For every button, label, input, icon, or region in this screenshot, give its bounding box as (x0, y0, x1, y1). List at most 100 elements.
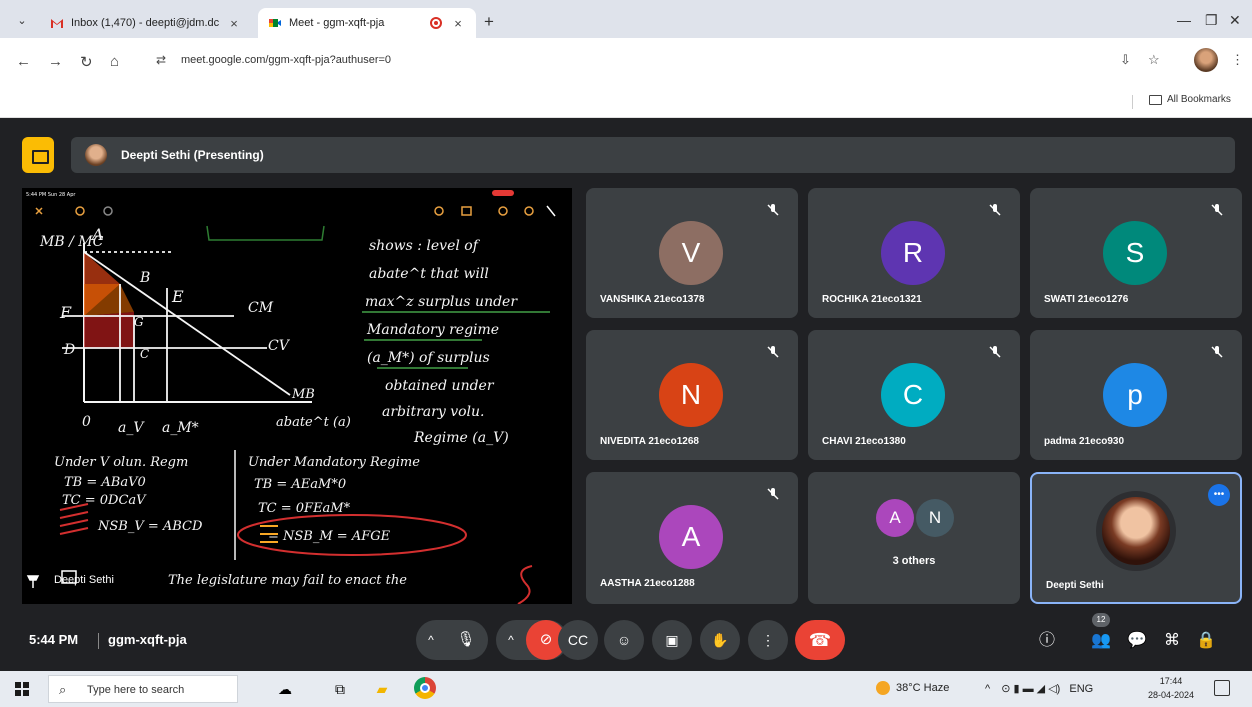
svg-text:Under V olun. Regm: Under V olun. Regm (54, 455, 188, 470)
new-tab-button[interactable]: + (484, 12, 494, 32)
participant-avatar: N (659, 363, 723, 427)
participant-tile[interactable]: p padma 21eco930 (1030, 330, 1242, 460)
presenter-bar: Deepti Sethi (Presenting) (71, 137, 1235, 173)
clock-date: 28-04-2024 (1148, 690, 1195, 700)
status-time: 5:44 PM Sun 28 Apr (26, 192, 76, 198)
participant-avatar: V (659, 221, 723, 285)
more-options-icon[interactable]: ⋮ (748, 620, 788, 660)
svg-text:Regime (a_V): Regime (a_V) (413, 430, 509, 446)
taskbar-clock[interactable]: 17:44 28-04-2024 (1148, 674, 1194, 702)
file-explorer-icon[interactable]: ▰ (370, 677, 394, 701)
svg-text:Mandatory regime: Mandatory regime (366, 322, 499, 338)
forward-icon[interactable]: → (48, 53, 63, 70)
activities-icon[interactable]: ⌘ (1159, 628, 1185, 654)
site-settings-icon[interactable]: ⇄ (156, 53, 166, 67)
participant-avatar: S (1103, 221, 1167, 285)
participant-name: AASTHA 21eco1288 (600, 578, 695, 589)
chat-icon[interactable]: 💬 (1124, 628, 1150, 654)
widgets-icon[interactable]: ☁ (265, 677, 305, 701)
chrome-icon[interactable] (414, 677, 436, 699)
self-avatar (1096, 491, 1176, 571)
svg-text:a_M*: a_M* (162, 420, 199, 436)
participant-tile[interactable]: S SWATI 21eco1276 (1030, 188, 1242, 318)
svg-text:CM: CM (248, 300, 274, 316)
raise-hand-icon[interactable]: ✋ (700, 620, 740, 660)
windows-start-icon[interactable] (15, 682, 29, 696)
chevron-up-icon[interactable]: ^ (496, 633, 526, 647)
divider (1132, 95, 1133, 109)
presenter-name: Deepti Sethi (Presenting) (121, 148, 264, 162)
participant-tile[interactable]: V VANSHIKA 21eco1378 (586, 188, 798, 318)
task-view-icon[interactable]: ⧉ (328, 677, 352, 701)
system-tray[interactable]: ^ ⊙ ▮ ▬ ◢ ◁) ENG (985, 682, 1093, 695)
self-tile[interactable]: ••• Deepti Sethi (1030, 472, 1242, 604)
recording-icon (430, 17, 442, 29)
language-indicator[interactable]: ENG (1069, 683, 1093, 695)
others-tile[interactable]: A N 3 others (808, 472, 1020, 604)
taskbar-search[interactable]: ⌕ Type here to search (48, 675, 238, 703)
menu-kebab-icon[interactable]: ⋮ (1231, 52, 1244, 68)
tab-inbox[interactable]: Inbox (1,470) - deepti@jdm.dc × (40, 8, 252, 38)
regime-text: Under V olun. Regm TB = ABaV0 TC = 0DCaV… (54, 455, 420, 544)
back-icon[interactable]: ← (16, 53, 31, 70)
reload-icon[interactable]: ↻ (80, 53, 93, 71)
bookmark-star-icon[interactable]: ☆ (1148, 52, 1160, 68)
participant-tile[interactable]: N NIVEDITA 21eco1268 (586, 330, 798, 460)
footer-text: The legislature may fail to enact the (168, 573, 407, 588)
home-icon[interactable]: ⌂ (110, 53, 119, 70)
leave-call-button[interactable]: ☎ (795, 620, 845, 660)
search-icon: ⌕ (59, 682, 67, 697)
presenting-icon[interactable] (22, 137, 54, 173)
tray-chevron-icon[interactable]: ^ (985, 683, 990, 695)
close-tab-icon[interactable]: × (450, 16, 466, 31)
svg-text:D: D (63, 342, 75, 358)
people-icon[interactable]: 👥 (1088, 628, 1114, 654)
participant-count-badge: 12 (1092, 613, 1110, 627)
download-icon[interactable]: ⇩ (1120, 52, 1131, 68)
notification-icon[interactable] (1214, 680, 1230, 696)
participant-name: ROCHIKA 21eco1321 (822, 294, 922, 305)
participant-name: SWATI 21eco1276 (1044, 294, 1129, 305)
gmail-icon (51, 19, 63, 28)
browser-toolbar: ← → ↻ ⌂ ⇄ meet.google.com/ggm-xqft-pja?a… (0, 38, 1252, 84)
participant-tile[interactable]: R ROCHIKA 21eco1321 (808, 188, 1020, 318)
mic-icon[interactable]: 🎙 (446, 620, 486, 660)
folder-icon (1149, 94, 1162, 105)
note-text: shows : level of abate^t that will max^z… (365, 238, 518, 446)
url-text[interactable]: meet.google.com/ggm-xqft-pja?authuser=0 (181, 54, 391, 66)
tab-meet[interactable]: Meet - ggm-xqft-pja × (258, 8, 476, 38)
participant-tile[interactable]: A AASTHA 21eco1288 (586, 472, 798, 604)
minimize-icon[interactable]: — (1177, 12, 1191, 28)
captions-icon[interactable]: CC (558, 620, 598, 660)
restore-icon[interactable]: ❐ (1205, 12, 1218, 29)
all-bookmarks-button[interactable]: All Bookmarks (1149, 94, 1231, 105)
emoji-icon[interactable]: ☺ (604, 620, 644, 660)
weather-widget[interactable]: 38°C Haze (876, 681, 949, 695)
others-label: 3 others (892, 555, 936, 567)
chevron-up-icon[interactable]: ^ (416, 633, 446, 647)
svg-text:abate^t (a): abate^t (a) (276, 415, 351, 430)
svg-text:B: B (139, 270, 150, 286)
participant-avatar: C (881, 363, 945, 427)
svg-text:TC = 0DCaV: TC = 0DCaV (62, 493, 147, 508)
svg-text:G: G (134, 315, 144, 329)
close-window-icon[interactable]: ✕ (1229, 12, 1241, 29)
meeting-info-icon[interactable]: ⓘ (1034, 628, 1060, 654)
shared-screen: 5:44 PM Sun 28 Apr MB / MC A B E F G D C… (22, 188, 572, 604)
close-tab-icon[interactable]: × (226, 16, 242, 31)
svg-text:Under Mandatory Regime: Under Mandatory Regime (248, 455, 420, 470)
profile-avatar[interactable] (1194, 48, 1218, 72)
recording-pill (492, 190, 514, 196)
tray-icons[interactable]: ⊙ ▮ ▬ ◢ ◁) (1001, 683, 1060, 695)
participant-name: padma 21eco930 (1044, 436, 1125, 447)
tab-search-icon[interactable]: ⌄ (12, 11, 32, 31)
participant-tile[interactable]: C CHAVI 21eco1380 (808, 330, 1020, 460)
divider (98, 633, 99, 649)
host-controls-icon[interactable]: 🔒 (1193, 628, 1219, 654)
address-bar[interactable]: ⇄ meet.google.com/ggm-xqft-pja?authuser=… (148, 45, 1252, 77)
mic-control[interactable]: ^ 🎙 (416, 620, 488, 660)
mic-off-icon (767, 346, 779, 358)
participant-avatar: R (881, 221, 945, 285)
participant-name: CHAVI 21eco1380 (822, 436, 906, 447)
present-screen-icon[interactable]: ▣ (652, 620, 692, 660)
